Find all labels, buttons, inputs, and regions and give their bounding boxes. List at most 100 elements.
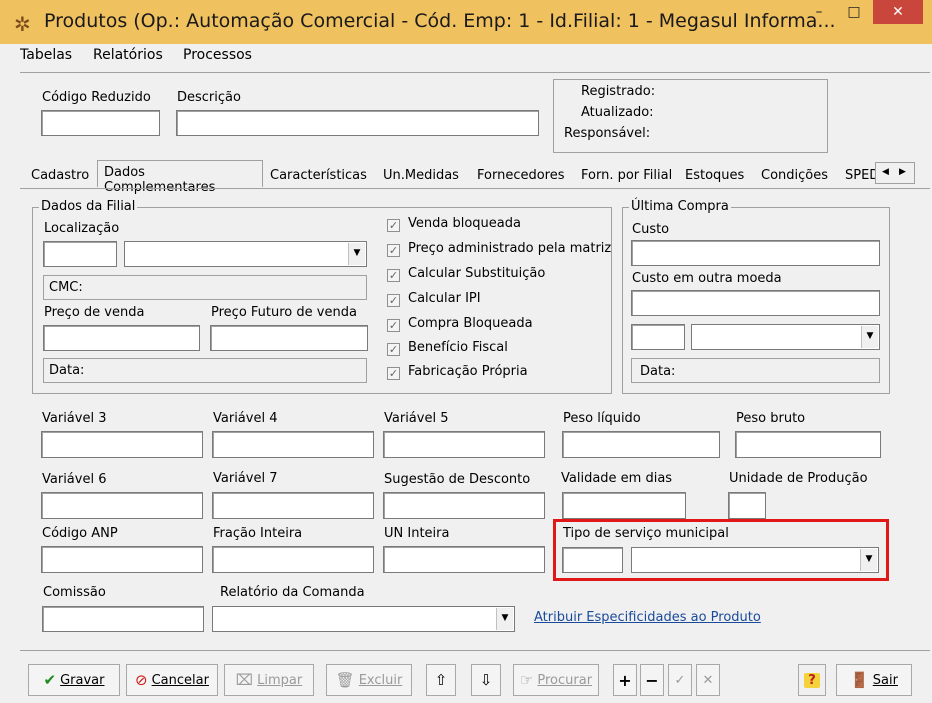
exit-door-icon: 🚪 [850, 671, 869, 689]
chevron-down-icon[interactable]: ▼ [348, 243, 365, 265]
compra-bloqueada-checkbox[interactable]: ✓ [387, 319, 400, 332]
tab-scroll-left-icon[interactable]: ◀ [882, 167, 889, 177]
custo-outra-moeda-label: Custo em outra moeda [632, 271, 782, 286]
calcular-substituicao-label: Calcular Substituição [408, 266, 546, 281]
venda-bloqueada-label: Venda bloqueada [408, 216, 521, 231]
preco-futuro-label: Preço Futuro de venda [211, 305, 357, 320]
help-button[interactable]: ? [798, 664, 826, 696]
tab-strip: Cadastro Dados Complementares Caracterís… [20, 160, 930, 195]
plus-icon: + [618, 670, 632, 690]
peso-liquido-input[interactable] [562, 431, 720, 458]
cancel-icon: ⊘ [135, 671, 148, 689]
variavel4-input[interactable] [212, 431, 374, 458]
moeda-select[interactable]: ▼ [691, 324, 880, 350]
app-gear-icon: ✲ [14, 12, 31, 36]
variavel5-input[interactable] [383, 431, 545, 458]
custo-input[interactable] [631, 240, 880, 266]
broom-icon: ⌧ [235, 671, 254, 689]
maximize-button[interactable]: □ [840, 0, 868, 24]
tab-dados-complementares[interactable]: Dados Complementares [97, 160, 263, 195]
fabricacao-propria-label: Fabricação Própria [408, 364, 528, 379]
localizacao-select[interactable]: ▼ [124, 241, 367, 267]
preco-futuro-input[interactable] [210, 325, 368, 351]
tab-scroll-right-icon[interactable]: ▶ [899, 167, 906, 177]
tab-caracteristicas[interactable]: Características [270, 168, 367, 183]
discard-button[interactable]: ✕ [696, 664, 720, 696]
tab-divider [20, 188, 930, 189]
variavel6-input[interactable] [41, 492, 203, 519]
descricao-input[interactable] [176, 110, 539, 136]
registro-info-panel: Registrado: Atualizado: Responsável: [553, 79, 828, 153]
tab-un-medidas[interactable]: Un.Medidas [383, 168, 459, 183]
beneficio-fiscal-checkbox[interactable]: ✓ [387, 343, 400, 356]
tipo-servico-code-input[interactable] [562, 547, 623, 573]
fracao-inteira-input[interactable] [212, 546, 374, 573]
compra-bloqueada-label: Compra Bloqueada [408, 316, 533, 331]
preco-venda-input[interactable] [43, 325, 200, 351]
move-down-button[interactable]: ⇩ [471, 664, 501, 696]
chevron-down-icon[interactable]: ▼ [861, 326, 878, 348]
remove-button[interactable]: − [640, 664, 664, 696]
tipo-servico-label: Tipo de serviço municipal [563, 526, 729, 541]
procurar-button[interactable]: ☞ Procurar [513, 664, 599, 696]
chevron-down-icon[interactable]: ▼ [496, 608, 513, 630]
peso-bruto-input[interactable] [735, 431, 881, 458]
custo-label: Custo [632, 222, 670, 237]
variavel3-input[interactable] [41, 431, 203, 458]
fabricacao-propria-checkbox[interactable]: ✓ [387, 367, 400, 380]
custo-outra-moeda-input[interactable] [631, 290, 880, 316]
moeda-code-input[interactable] [631, 324, 685, 350]
tab-cadastro[interactable]: Cadastro [31, 168, 89, 183]
tab-fornecedores[interactable]: Fornecedores [477, 168, 565, 183]
gravar-button[interactable]: ✔ Gravar [28, 664, 120, 696]
localizacao-label: Localização [44, 221, 120, 236]
sair-button[interactable]: 🚪 Sair [836, 664, 912, 696]
add-button[interactable]: + [613, 664, 637, 696]
atribuir-especificidades-link[interactable]: Atribuir Especificidades ao Produto [534, 610, 761, 625]
tab-scroll-arrows[interactable]: ◀ ▶ [875, 162, 915, 184]
chevron-down-icon[interactable]: ▼ [860, 549, 877, 571]
variavel4-label: Variável 4 [213, 411, 278, 426]
variavel7-input[interactable] [212, 492, 374, 519]
validade-input[interactable] [562, 492, 686, 519]
calcular-ipi-label: Calcular IPI [408, 291, 481, 306]
variavel6-label: Variável 6 [42, 472, 107, 487]
registrado-label: Registrado: [581, 84, 656, 99]
venda-bloqueada-checkbox[interactable]: ✓ [387, 219, 400, 232]
tab-forn-por-filial[interactable]: Forn. por Filial [581, 168, 672, 183]
move-up-button[interactable]: ⇧ [426, 664, 456, 696]
menu-processos[interactable]: Processos [183, 47, 252, 63]
confirm-button[interactable]: ✓ [668, 664, 692, 696]
title-bar: ✲ Produtos (Op.: Automação Comercial - C… [0, 0, 932, 44]
limpar-button[interactable]: ⌧ Limpar [224, 664, 314, 696]
excluir-button[interactable]: 🗑 Excluir [326, 664, 412, 696]
localizacao-code-input[interactable] [43, 241, 117, 267]
sugestao-desconto-input[interactable] [383, 492, 545, 519]
tab-estoques[interactable]: Estoques [685, 168, 744, 183]
cancelar-button[interactable]: ⊘ Cancelar [126, 664, 218, 696]
minimize-button[interactable]: – [805, 0, 833, 24]
codigo-anp-input[interactable] [41, 546, 203, 573]
tipo-servico-select[interactable]: ▼ [631, 547, 879, 573]
compra-data-field: Data: [631, 358, 880, 383]
unidade-producao-label: Unidade de Produção [729, 471, 868, 486]
tab-condicoes[interactable]: Condições [761, 168, 828, 183]
comissao-label: Comissão [43, 585, 106, 600]
codigo-reduzido-input[interactable] [41, 110, 160, 136]
preco-administrado-checkbox[interactable]: ✓ [387, 244, 400, 257]
un-inteira-input[interactable] [383, 546, 545, 573]
bottom-toolbar: ✔ Gravar ⊘ Cancelar ⌧ Limpar 🗑 Excluir ⇧… [20, 660, 930, 700]
filial-data-field: Data: [43, 358, 367, 383]
calcular-ipi-checkbox[interactable]: ✓ [387, 294, 400, 307]
x-icon: ✕ [702, 672, 714, 688]
preco-venda-label: Preço de venda [44, 305, 145, 320]
product-window: ✲ Produtos (Op.: Automação Comercial - C… [0, 0, 932, 703]
unidade-producao-input[interactable] [728, 492, 766, 519]
relatorio-comanda-select[interactable]: ▼ [212, 606, 515, 632]
menu-tabelas[interactable]: Tabelas [20, 47, 72, 63]
comissao-input[interactable] [42, 606, 204, 632]
close-button[interactable]: ✕ [873, 0, 923, 24]
descricao-label: Descrição [177, 90, 241, 105]
menu-relatorios[interactable]: Relatórios [93, 47, 163, 63]
calcular-substituicao-checkbox[interactable]: ✓ [387, 269, 400, 282]
